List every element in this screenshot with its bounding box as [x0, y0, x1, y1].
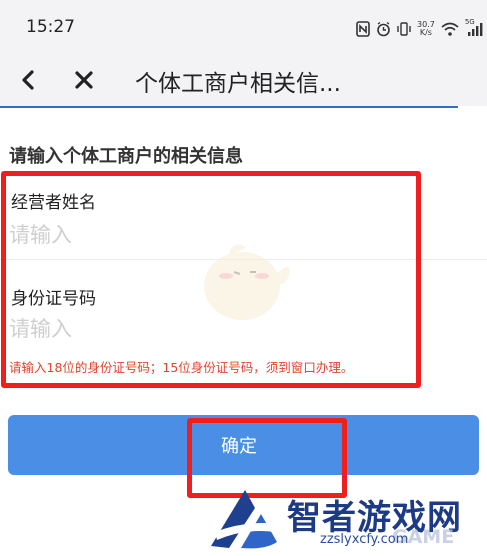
status-bar: 15:27 30.7 K/s 5G	[0, 0, 487, 56]
network-speed: 30.7 K/s	[417, 21, 435, 37]
nfc-icon	[356, 21, 370, 37]
nav-underline	[0, 106, 458, 108]
mascot-watermark-icon	[204, 244, 290, 320]
nav-bar: 个体工商户相关信...	[0, 56, 487, 106]
bluetooth-vibrate-icon	[397, 22, 411, 36]
network-speed-unit: K/s	[419, 28, 432, 37]
watermark-logo-icon	[211, 490, 279, 549]
status-icons: 30.7 K/s 5G 55	[356, 18, 487, 39]
close-icon[interactable]	[70, 66, 98, 94]
back-arrow-icon[interactable]	[14, 66, 42, 94]
section-title: 请输入个体工商户的相关信息	[9, 146, 243, 167]
status-time: 15:27	[26, 17, 75, 37]
page-title: 个体工商户相关信...	[135, 71, 341, 97]
alarm-icon	[377, 21, 390, 37]
signal-bars-icon	[467, 23, 483, 36]
wifi-icon	[441, 22, 459, 36]
watermark-url: zzslyxcfy.com	[320, 532, 409, 547]
cellular-signal: 5G	[465, 18, 483, 37]
